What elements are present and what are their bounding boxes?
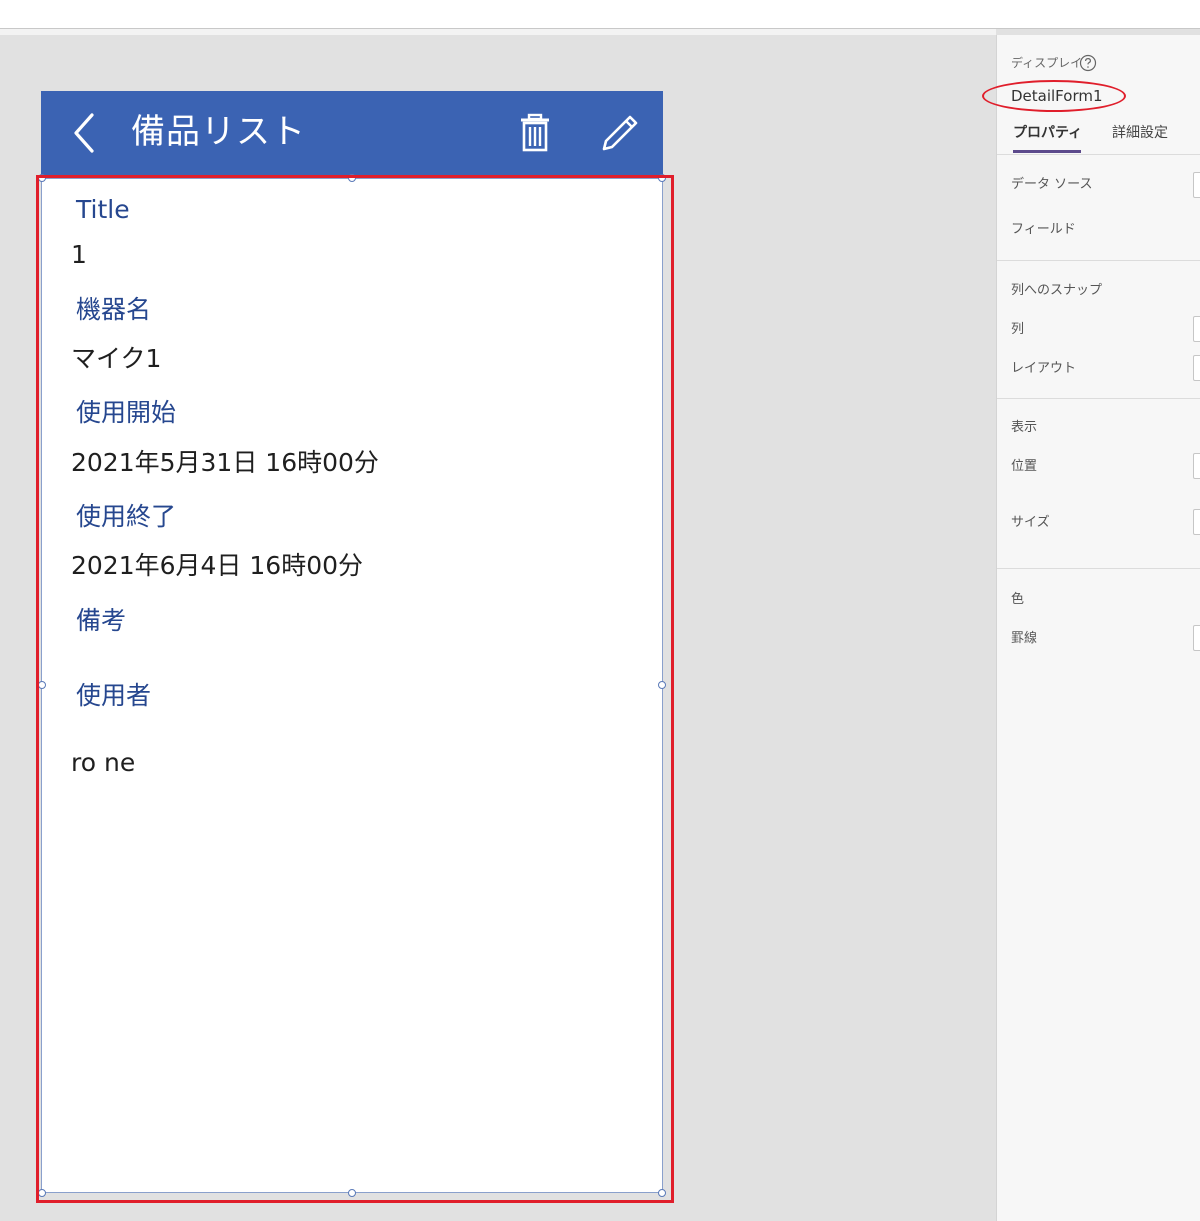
data-source-dropdown[interactable] [1193,172,1200,198]
prop-layout: レイアウト [1011,361,1077,376]
resize-handle-top[interactable] [348,174,356,182]
resize-handle-right[interactable] [658,681,666,689]
panel-divider [997,154,1200,155]
field-label-title: Title [76,195,130,224]
prop-data-source: データ ソース [1011,177,1093,192]
resize-handle-top-right[interactable] [658,174,666,182]
chevron-left-icon[interactable] [68,112,104,154]
resize-handle-bottom-right[interactable] [658,1189,666,1197]
layout-dropdown[interactable] [1193,355,1200,381]
panel-divider [997,260,1200,261]
field-label-user: 使用者 [76,681,152,710]
field-label-notes: 備考 [76,606,127,635]
panel-divider [997,568,1200,569]
columns-input[interactable] [1193,316,1200,342]
help-icon[interactable] [1079,54,1097,72]
field-label-device-name: 機器名 [76,295,152,324]
panel-divider [997,398,1200,399]
field-value-user: ro ne [71,748,136,777]
field-label-end: 使用終了 [76,502,177,531]
border-input[interactable] [1193,625,1200,651]
resize-handle-bottom[interactable] [348,1189,356,1197]
tab-properties[interactable]: プロパティ [1013,124,1082,142]
field-label-start: 使用開始 [76,398,177,427]
prop-color: 色 [1011,592,1025,607]
position-input[interactable] [1193,453,1200,479]
properties-panel [996,35,1200,1221]
prop-snap-to-columns: 列へのスナップ [1011,283,1103,298]
resize-handle-top-left[interactable] [38,174,46,182]
field-value-end: 2021年6月4日 16時00分 [71,551,364,580]
tab-active-indicator [1013,150,1081,153]
resize-handle-left[interactable] [38,681,46,689]
resize-handle-bottom-left[interactable] [38,1189,46,1197]
prop-border: 罫線 [1011,631,1038,646]
tab-advanced[interactable]: 詳細設定 [1112,124,1168,142]
field-value-start: 2021年5月31日 16時00分 [71,448,379,477]
prop-columns: 列 [1011,322,1025,337]
prop-fields: フィールド [1011,222,1076,237]
control-type-label: ディスプレイ [1011,56,1083,70]
prop-visible: 表示 [1011,420,1038,435]
trash-icon[interactable] [517,113,553,153]
control-name-highlight [982,80,1126,112]
app-title: 備品リスト [131,112,306,152]
pencil-icon[interactable] [600,113,640,153]
top-toolbar [0,0,1200,29]
prop-position: 位置 [1011,459,1038,474]
size-input[interactable] [1193,509,1200,535]
prop-size: サイズ [1011,515,1050,530]
field-value-title: 1 [71,240,87,269]
field-value-device-name: マイク1 [71,344,162,373]
